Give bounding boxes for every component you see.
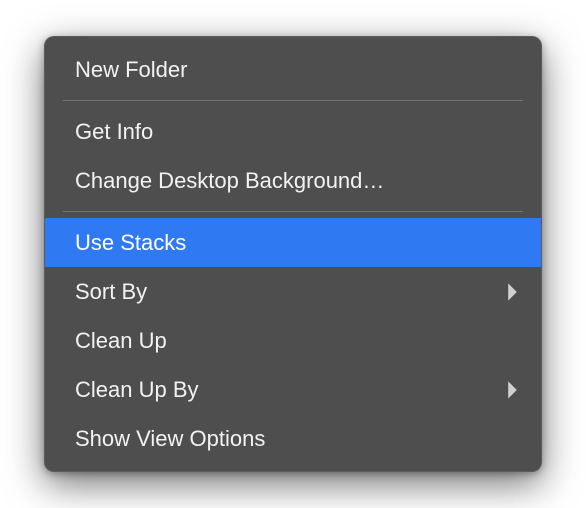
menu-item-sort-by[interactable]: Sort By [45, 267, 541, 316]
menu-separator [63, 211, 523, 212]
desktop-context-menu[interactable]: New Folder Get Info Change Desktop Backg… [44, 36, 542, 472]
menu-item-get-info[interactable]: Get Info [45, 107, 541, 156]
menu-item-label: Clean Up [75, 324, 167, 357]
menu-item-label: Change Desktop Background… [75, 164, 384, 197]
menu-item-clean-up[interactable]: Clean Up [45, 316, 541, 365]
menu-item-clean-up-by[interactable]: Clean Up By [45, 365, 541, 414]
menu-item-change-desktop-background[interactable]: Change Desktop Background… [45, 156, 541, 205]
menu-item-show-view-options[interactable]: Show View Options [45, 414, 541, 463]
menu-separator [63, 100, 523, 101]
chevron-right-icon [506, 282, 519, 302]
menu-item-label: New Folder [75, 53, 187, 86]
menu-item-label: Show View Options [75, 422, 265, 455]
chevron-right-icon [506, 380, 519, 400]
menu-item-label: Use Stacks [75, 226, 186, 259]
menu-item-use-stacks[interactable]: Use Stacks [45, 218, 541, 267]
menu-item-label: Sort By [75, 275, 147, 308]
menu-item-label: Clean Up By [75, 373, 199, 406]
menu-item-new-folder[interactable]: New Folder [45, 45, 541, 94]
menu-item-label: Get Info [75, 115, 153, 148]
